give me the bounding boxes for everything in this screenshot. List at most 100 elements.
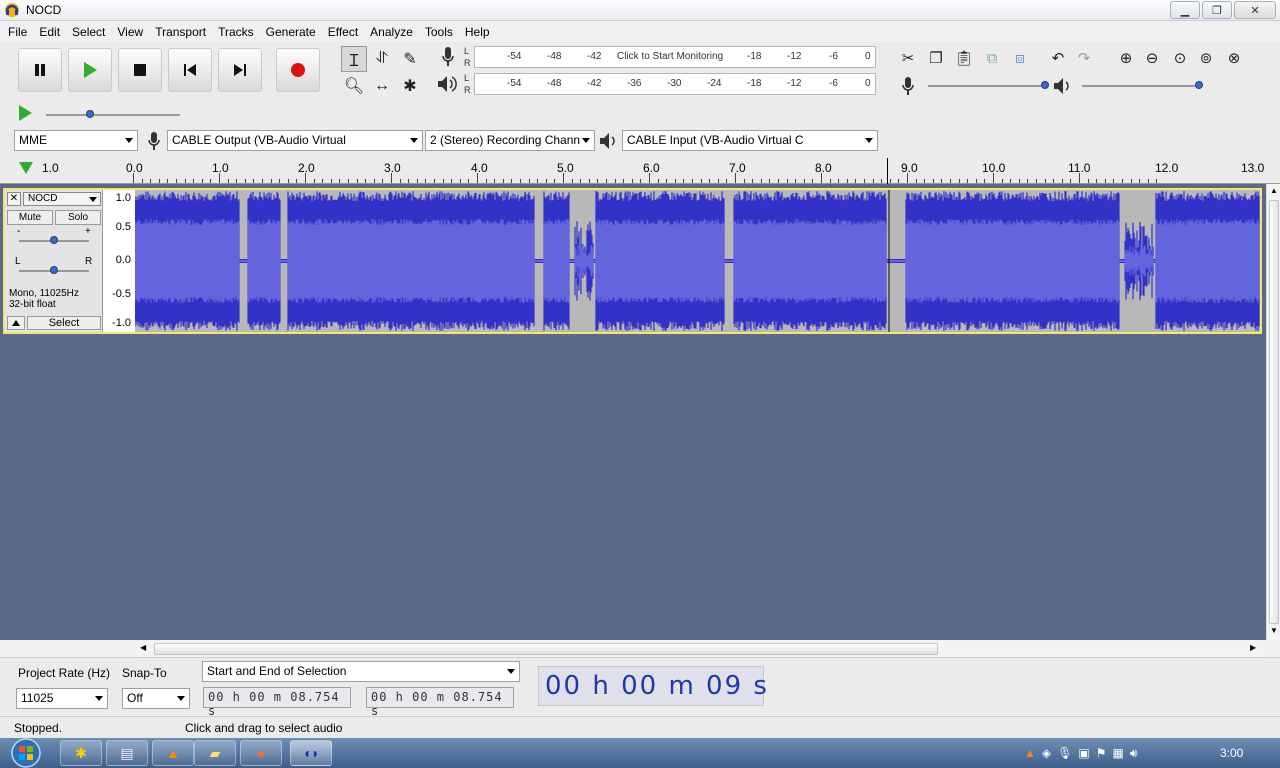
selection-mode-select[interactable]: Start and End of Selection (202, 661, 520, 682)
playback-volume-slider[interactable] (1082, 85, 1200, 87)
selection-tool[interactable]: Ｉ (341, 46, 367, 72)
zoom-in-button[interactable]: ⊕ (1114, 46, 1138, 70)
audio-track[interactable]: ✕ NOCD Mute Solo - + L R Mono, 11025Hz 3… (3, 188, 1262, 334)
zoom-out-button[interactable]: ⊖ (1140, 46, 1164, 70)
envelope-tool[interactable]: ⥯ (369, 46, 395, 72)
copy-button[interactable]: ❐ (924, 46, 948, 70)
waveform[interactable] (135, 190, 1260, 332)
trim-button[interactable]: ⧉ (980, 46, 1004, 70)
taskbar-audacity[interactable]: ◖◗ (290, 740, 332, 766)
play-speed-slider[interactable] (46, 114, 180, 116)
redo-button[interactable]: ↷ (1072, 46, 1096, 70)
fit-project-button[interactable]: ⊚ (1194, 46, 1218, 70)
menu-select[interactable]: Select (66, 25, 111, 39)
zoom-tool[interactable]: 🔍︎ (341, 73, 367, 99)
ruler-tick (227, 179, 229, 183)
microphone-tray-icon[interactable]: 🎙︎ (1057, 746, 1072, 760)
scroll-down-icon[interactable]: ▼ (1270, 626, 1278, 635)
cut-button[interactable]: ✂ (896, 46, 920, 70)
undo-button[interactable]: ↶ (1046, 46, 1070, 70)
menu-help[interactable]: Help (459, 25, 496, 39)
maximize-button[interactable]: ❐ (1202, 1, 1232, 19)
playback-device-select[interactable]: CABLE Input (VB-Audio Virtual C (622, 130, 878, 151)
close-button[interactable]: ✕ (1234, 1, 1276, 19)
menu-tools[interactable]: Tools (419, 25, 459, 39)
project-rate-select[interactable]: 11025 (16, 688, 108, 709)
paste-button[interactable]: 📋︎ (952, 46, 976, 70)
solo-button[interactable]: Solo (55, 210, 101, 225)
taskbar-explorer[interactable]: ▰ (194, 740, 236, 766)
network-icon[interactable]: ▦ (1112, 746, 1123, 760)
microphone-icon[interactable] (440, 46, 456, 68)
recording-device-select[interactable]: CABLE Output (VB-Audio Virtual (167, 130, 423, 151)
menu-generate[interactable]: Generate (260, 25, 322, 39)
zoom-toggle-button[interactable]: ⊗ (1222, 46, 1246, 70)
flag-icon[interactable]: ⚑ (1096, 746, 1107, 760)
horizontal-scrollbar[interactable]: ◀ ▶ (136, 641, 1264, 657)
silence-button[interactable]: ⧈ (1008, 46, 1032, 70)
volume-icon[interactable]: 🔊︎ (1130, 746, 1138, 761)
collapse-track-button[interactable] (7, 316, 25, 330)
speaker-icon[interactable] (436, 74, 458, 94)
audio-position-display[interactable]: 00 h 00 m 09 s (538, 666, 767, 706)
vertical-scroll-thumb[interactable] (1269, 200, 1279, 624)
play-button[interactable] (68, 48, 112, 92)
menu-analyze[interactable]: Analyze (364, 25, 419, 39)
snap-to-select[interactable]: Off (122, 688, 190, 709)
ruler-tick (408, 179, 410, 183)
recording-channels-select[interactable]: 2 (Stereo) Recording Chann (425, 130, 595, 151)
multi-tool[interactable]: ✱ (397, 73, 423, 99)
playback-volume-thumb[interactable] (1195, 81, 1203, 89)
skip-to-end-button[interactable] (218, 48, 262, 92)
audio-host-select[interactable]: MME (14, 130, 138, 151)
selection-start-time[interactable]: 00 h 00 m 08.754 s (203, 687, 351, 718)
mute-button[interactable]: Mute (7, 210, 53, 225)
taskbar-app-1[interactable]: ✱ (60, 740, 102, 766)
windows-taskbar: ✱ ▤ ▲ ▰ ● ◖◗ ▲ ◈ 🎙︎ ▣ ⚑ ▦ 🔊︎ 3:00 (0, 738, 1280, 768)
vertical-scrollbar[interactable]: ▲ ▼ (1266, 184, 1280, 640)
ruler-tick (1001, 179, 1003, 183)
vlc-tray-icon[interactable]: ▲ (1024, 746, 1036, 760)
draw-tool[interactable]: ✎ (397, 46, 423, 72)
menu-effect[interactable]: Effect (322, 25, 364, 39)
gain-thumb[interactable] (50, 236, 58, 244)
stop-button[interactable] (118, 48, 162, 92)
timeline-ruler[interactable]: 1.0 0.0 1.0 2.0 3.0 4.0 5.0 6.0 7.0 8.0 … (0, 154, 1280, 184)
track-name-menu[interactable]: NOCD (23, 192, 101, 206)
fit-selection-button[interactable]: ⊙ (1168, 46, 1192, 70)
skip-to-start-button[interactable] (168, 48, 212, 92)
taskbar-vlc[interactable]: ▲ (152, 740, 194, 766)
track-close-button[interactable]: ✕ (7, 192, 21, 206)
playback-meter[interactable]: -54 -48 -42 -36 -30 -24 -18 -12 -6 0 (474, 73, 876, 95)
horizontal-scroll-thumb[interactable] (154, 643, 938, 655)
menu-edit[interactable]: Edit (33, 25, 66, 39)
menu-file[interactable]: File (2, 25, 33, 39)
pause-button[interactable] (18, 48, 62, 92)
start-button[interactable] (10, 738, 42, 768)
status-bar: Stopped. Click and drag to select audio (0, 716, 1280, 738)
recording-volume-slider[interactable] (928, 85, 1046, 87)
taskbar-firefox[interactable]: ● (240, 740, 282, 766)
scroll-up-icon[interactable]: ▲ (1270, 186, 1278, 195)
scroll-right-icon[interactable]: ▶ (1250, 643, 1256, 652)
scroll-left-icon[interactable]: ◀ (140, 643, 146, 652)
pan-thumb[interactable] (50, 266, 58, 274)
recording-volume-thumb[interactable] (1041, 81, 1049, 89)
minimize-button[interactable]: ▁ (1170, 1, 1200, 19)
recording-meter[interactable]: -54 -48 -42 Click to Start Monitoring -1… (474, 46, 876, 68)
menu-tracks[interactable]: Tracks (212, 25, 260, 39)
taskbar-app-2[interactable]: ▤ (106, 740, 148, 766)
device-tray-icon[interactable]: ▣ (1078, 746, 1089, 760)
time-shift-tool[interactable]: ↔ (369, 73, 395, 99)
mixer-mic-icon (902, 77, 914, 95)
selection-end-time[interactable]: 00 h 00 m 08.754 s (366, 687, 514, 718)
play-at-speed-button[interactable] (16, 104, 34, 122)
zoom-in-icon: ⊕ (1119, 50, 1133, 67)
menu-transport[interactable]: Transport (149, 25, 212, 39)
record-button[interactable] (276, 48, 320, 92)
track-select-button[interactable]: Select (27, 316, 101, 330)
track-area[interactable]: ✕ NOCD Mute Solo - + L R Mono, 11025Hz 3… (0, 184, 1266, 640)
play-speed-thumb[interactable] (86, 110, 94, 118)
network-tray-icon[interactable]: ◈ (1042, 746, 1051, 760)
menu-view[interactable]: View (111, 25, 149, 39)
